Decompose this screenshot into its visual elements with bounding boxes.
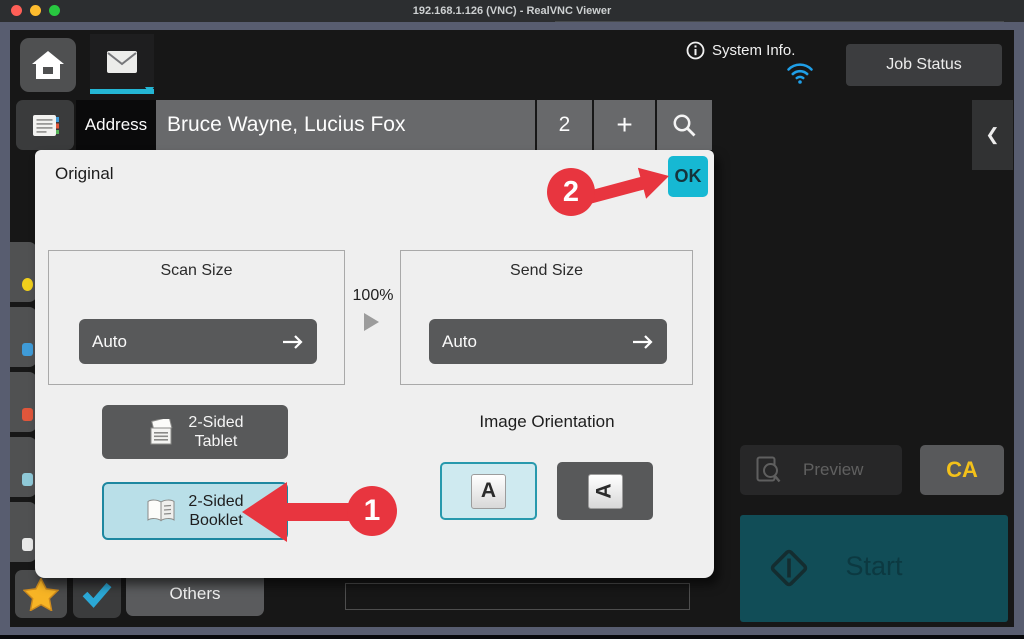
scan-size-title: Scan Size bbox=[49, 262, 344, 280]
plus-icon: + bbox=[616, 109, 632, 141]
clear-all-button[interactable]: CA bbox=[920, 445, 1004, 495]
maximize-button[interactable] bbox=[49, 5, 60, 16]
home-icon bbox=[31, 50, 65, 80]
sidebar-item-partial[interactable] bbox=[10, 242, 37, 302]
sidebar-item-partial[interactable] bbox=[10, 372, 37, 432]
star-icon bbox=[23, 578, 59, 611]
sidebar-item-partial[interactable] bbox=[10, 307, 37, 367]
arrow-right-icon bbox=[632, 334, 654, 350]
tablet-pages-icon bbox=[146, 419, 176, 446]
preview-label: Preview bbox=[803, 460, 863, 480]
background-outline-box bbox=[345, 583, 690, 610]
letter-a-rotated-icon: A bbox=[588, 474, 623, 509]
info-icon bbox=[686, 41, 705, 60]
add-recipient-button[interactable]: + bbox=[594, 100, 655, 150]
sidebar-item-icon bbox=[22, 278, 33, 291]
close-button[interactable] bbox=[11, 5, 22, 16]
sidebar-item-icon bbox=[22, 343, 33, 356]
device-bezel: System Info. Job Status Address Bruce Wa… bbox=[0, 22, 1024, 639]
panel-collapse-tab[interactable]: ❮ bbox=[972, 100, 1013, 170]
send-size-value-button[interactable]: Auto bbox=[429, 319, 667, 364]
ok-button[interactable]: OK bbox=[668, 156, 708, 197]
recipients-text: Bruce Wayne, Lucius Fox bbox=[167, 113, 406, 137]
system-info-label: System Info. bbox=[712, 42, 795, 59]
window-controls bbox=[11, 5, 60, 16]
booklet-label-line1: 2-Sided bbox=[188, 492, 243, 511]
vnc-window-titlebar: 192.168.1.126 (VNC) - RealVNC Viewer bbox=[0, 0, 1024, 22]
booklet-icon bbox=[146, 498, 176, 524]
job-status-button[interactable]: Job Status bbox=[846, 44, 1002, 86]
sidebar-item-icon bbox=[22, 538, 33, 551]
annotation-step-1: 1 bbox=[347, 486, 397, 536]
sidebar-item-partial[interactable] bbox=[10, 437, 37, 497]
clear-all-label: CA bbox=[946, 457, 978, 483]
tablet-label-line2: Tablet bbox=[188, 432, 243, 451]
two-sided-tablet-button[interactable]: 2-Sided Tablet bbox=[102, 405, 288, 459]
sidebar-item-icon bbox=[22, 408, 33, 421]
home-button[interactable] bbox=[20, 38, 76, 92]
preview-icon bbox=[756, 456, 781, 485]
image-orientation-label: Image Orientation bbox=[440, 412, 654, 432]
recipients-field[interactable]: Bruce Wayne, Lucius Fox bbox=[156, 100, 535, 150]
envelope-icon bbox=[106, 50, 138, 74]
letter-a-icon: A bbox=[471, 474, 506, 509]
check-icon bbox=[80, 581, 114, 608]
window-title: 192.168.1.126 (VNC) - RealVNC Viewer bbox=[413, 5, 612, 17]
search-icon bbox=[671, 112, 698, 139]
sidebar-item-partial[interactable] bbox=[10, 502, 37, 562]
preview-button[interactable]: Preview bbox=[740, 445, 902, 495]
others-label: Others bbox=[169, 584, 220, 604]
sidebar-item-icon bbox=[22, 473, 33, 486]
tab-caret-icon[interactable] bbox=[145, 81, 154, 99]
copy-ratio-label: 100% bbox=[345, 287, 401, 305]
arrow-right-icon bbox=[282, 334, 304, 350]
send-size-group: Send Size Auto bbox=[400, 250, 693, 385]
tablet-label-line1: 2-Sided bbox=[188, 413, 243, 432]
address-mode-label: Address bbox=[76, 100, 156, 150]
minimize-button[interactable] bbox=[30, 5, 41, 16]
address-book-icon bbox=[31, 114, 60, 137]
orientation-portrait-button[interactable]: A bbox=[440, 462, 537, 520]
scan-size-group: Scan Size Auto bbox=[48, 250, 345, 385]
scan-size-value-button[interactable]: Auto bbox=[79, 319, 317, 364]
send-size-title: Send Size bbox=[401, 262, 692, 280]
start-button[interactable]: Start bbox=[740, 515, 1008, 622]
two-sided-booklet-button[interactable]: 2-Sided Booklet bbox=[102, 482, 288, 540]
device-screen: System Info. Job Status Address Bruce Wa… bbox=[10, 30, 1014, 627]
job-status-label: Job Status bbox=[886, 56, 962, 74]
ok-label: OK bbox=[675, 166, 702, 187]
others-button[interactable]: Others bbox=[126, 572, 264, 616]
scan-size-value: Auto bbox=[92, 332, 127, 352]
start-label: Start bbox=[740, 551, 1008, 582]
system-info-item[interactable]: System Info. bbox=[686, 41, 795, 60]
annotation-step-2: 2 bbox=[547, 168, 595, 216]
chevron-left-icon: ❮ bbox=[985, 125, 999, 145]
search-address-button[interactable] bbox=[657, 100, 712, 150]
wifi-icon bbox=[786, 61, 814, 89]
triangle-right-icon bbox=[364, 313, 379, 331]
send-size-value: Auto bbox=[442, 332, 477, 352]
recipient-count[interactable]: 2 bbox=[537, 100, 592, 150]
booklet-label-line2: Booklet bbox=[188, 511, 243, 530]
address-book-button[interactable] bbox=[16, 100, 74, 150]
dialog-title: Original bbox=[55, 164, 114, 184]
orientation-rotated-button[interactable]: A bbox=[557, 462, 653, 520]
